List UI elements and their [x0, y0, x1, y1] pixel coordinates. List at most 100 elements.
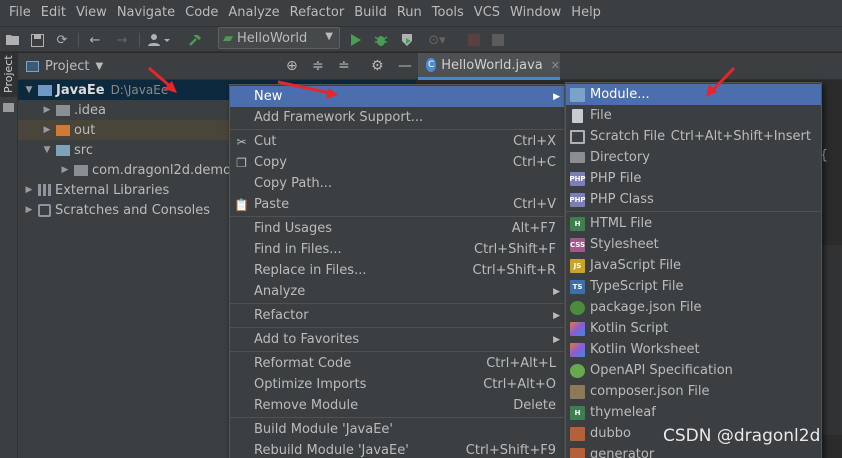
- submenu-item-stylesheet[interactable]: CSS Stylesheet: [566, 234, 821, 255]
- submenu-item-scratch-file[interactable]: Scratch File Ctrl+Alt+Shift+Insert: [566, 126, 821, 147]
- project-view-selector[interactable]: Project ▼: [26, 59, 103, 74]
- tree-item-label: .idea: [74, 102, 106, 118]
- menu-refactor[interactable]: Refactor: [285, 0, 350, 26]
- ide-window: File Edit View Navigate Code Analyze Ref…: [0, 0, 842, 458]
- submenu-item-directory[interactable]: Directory: [566, 147, 821, 168]
- menu-item-label: Reformat Code: [254, 356, 352, 371]
- submenu-item-kotlin-script[interactable]: Kotlin Script: [566, 318, 821, 339]
- submenu-item-file[interactable]: File: [566, 105, 821, 126]
- run-icon[interactable]: [347, 31, 365, 49]
- menu-item-copy-path[interactable]: Copy Path...: [230, 173, 564, 194]
- project-tool-tab-label: Project: [2, 55, 15, 93]
- menu-build[interactable]: Build: [349, 0, 392, 26]
- menu-item-add-framework-support[interactable]: Add Framework Support...: [230, 107, 564, 128]
- build-hammer-icon[interactable]: [186, 31, 204, 49]
- save-icon[interactable]: [29, 31, 45, 49]
- menu-item-shortcut: Ctrl+X: [513, 134, 556, 149]
- menu-item-label: Analyze: [254, 284, 306, 299]
- editor-tab-helloworld[interactable]: C HelloWorld.java ✕: [418, 53, 560, 80]
- submenu-item-javascript-file[interactable]: JS JavaScript File: [566, 255, 821, 276]
- chevron-right-icon[interactable]: ▶: [58, 165, 72, 175]
- menu-analyze[interactable]: Analyze: [223, 0, 284, 26]
- submenu-item-php-class[interactable]: PHP PHP Class: [566, 189, 821, 210]
- editor-tab-bar: C HelloWorld.java ✕: [416, 53, 842, 80]
- project-panel-title: Project: [45, 59, 90, 74]
- project-tool-tab[interactable]: Project: [0, 53, 18, 97]
- submenu-item-label: JavaScript File: [590, 258, 682, 273]
- coverage-icon[interactable]: [398, 31, 416, 49]
- menu-item-label: Paste: [254, 197, 290, 212]
- submenu-item-composer-json[interactable]: composer.json File: [566, 381, 821, 402]
- submenu-item-html-file[interactable]: H HTML File: [566, 213, 821, 234]
- chevron-down-icon: ▼: [325, 31, 333, 42]
- chevron-right-icon[interactable]: ▶: [40, 125, 54, 135]
- open-folder-icon[interactable]: [5, 31, 21, 49]
- menu-edit[interactable]: Edit: [36, 0, 71, 26]
- menu-navigate[interactable]: Navigate: [112, 0, 180, 26]
- profiler-dropdown-icon[interactable]: ⊙▾: [424, 31, 450, 49]
- menu-item-paste[interactable]: 📋 Paste Ctrl+V: [230, 194, 564, 215]
- submenu-item-package-json[interactable]: package.json File: [566, 297, 821, 318]
- menu-run[interactable]: Run: [392, 0, 427, 26]
- submenu-item-module[interactable]: Module...: [566, 84, 821, 105]
- menu-vcs[interactable]: VCS: [469, 0, 505, 26]
- menu-item-refactor[interactable]: Refactor ▶: [230, 305, 564, 326]
- menu-window[interactable]: Window: [505, 0, 566, 26]
- menu-file[interactable]: File: [4, 0, 36, 26]
- menu-view[interactable]: View: [71, 0, 112, 26]
- submenu-item-openapi[interactable]: OpenAPI Specification: [566, 360, 821, 381]
- menu-item-analyze[interactable]: Analyze ▶: [230, 281, 564, 302]
- debug-icon[interactable]: [372, 31, 390, 49]
- run-configuration-selector[interactable]: ▰ HelloWorld ▼: [218, 27, 340, 49]
- composer-json-icon: [570, 384, 585, 399]
- stop-disabled-icon[interactable]: [466, 31, 482, 49]
- user-dropdown-icon[interactable]: [147, 31, 173, 49]
- menu-item-label: New: [254, 89, 283, 104]
- tree-item-path: D:\JavaEe: [110, 83, 169, 97]
- submenu-item-generator[interactable]: generator: [566, 444, 821, 458]
- submenu-item-kotlin-worksheet[interactable]: Kotlin Worksheet: [566, 339, 821, 360]
- menu-item-add-to-favorites[interactable]: Add to Favorites ▶: [230, 329, 564, 350]
- chevron-right-icon[interactable]: ▶: [22, 205, 36, 215]
- menu-code[interactable]: Code: [180, 0, 223, 26]
- menu-item-cut[interactable]: ✂ Cut Ctrl+X: [230, 131, 564, 152]
- menu-item-replace-in-files[interactable]: Replace in Files... Ctrl+Shift+R: [230, 260, 564, 281]
- forward-icon[interactable]: →: [114, 31, 130, 49]
- chevron-right-icon[interactable]: ▶: [40, 105, 54, 115]
- submenu-item-label: generator: [590, 447, 655, 458]
- source-folder-icon: [56, 144, 70, 156]
- chevron-down-icon[interactable]: ▼: [40, 145, 54, 155]
- menu-item-shortcut: Ctrl+Alt+O: [483, 377, 556, 392]
- submenu-item-label: package.json File: [590, 300, 702, 315]
- minimize-icon[interactable]: —: [398, 58, 412, 74]
- submenu-item-thymeleaf[interactable]: H thymeleaf: [566, 402, 821, 423]
- menu-item-shortcut: Ctrl+C: [512, 155, 556, 170]
- structure-icon[interactable]: [3, 103, 14, 112]
- stop-icon[interactable]: [490, 31, 506, 49]
- gear-icon[interactable]: ⚙: [371, 58, 384, 74]
- menu-item-remove-module[interactable]: Remove Module Delete: [230, 395, 564, 416]
- menu-item-optimize-imports[interactable]: Optimize Imports Ctrl+Alt+O: [230, 374, 564, 395]
- menu-item-new[interactable]: New ▶: [230, 86, 564, 107]
- menu-item-find-usages[interactable]: Find Usages Alt+F7: [230, 218, 564, 239]
- close-icon[interactable]: ✕: [551, 59, 560, 72]
- collapse-all-icon[interactable]: ≐: [338, 58, 350, 74]
- menu-item-copy[interactable]: ❐ Copy Ctrl+C: [230, 152, 564, 173]
- menu-item-rebuild-module[interactable]: Rebuild Module 'JavaEe' Ctrl+Shift+F9: [230, 440, 564, 458]
- menu-item-label: Cut: [254, 134, 277, 149]
- menu-item-find-in-files[interactable]: Find in Files... Ctrl+Shift+F: [230, 239, 564, 260]
- menu-tools[interactable]: Tools: [427, 0, 469, 26]
- menu-item-build-module[interactable]: Build Module 'JavaEe': [230, 419, 564, 440]
- folder-icon: [56, 104, 70, 116]
- menu-help[interactable]: Help: [566, 0, 606, 26]
- chevron-down-icon[interactable]: ▼: [22, 85, 36, 95]
- module-icon: [570, 87, 585, 102]
- back-icon[interactable]: ←: [87, 31, 103, 49]
- submenu-item-typescript-file[interactable]: TS TypeScript File: [566, 276, 821, 297]
- expand-all-icon[interactable]: ≑: [312, 58, 324, 74]
- locate-target-icon[interactable]: ⊕: [286, 58, 298, 74]
- menu-item-reformat-code[interactable]: Reformat Code Ctrl+Alt+L: [230, 353, 564, 374]
- sync-icon[interactable]: ⟳: [54, 31, 70, 49]
- chevron-right-icon[interactable]: ▶: [22, 185, 36, 195]
- submenu-item-php-file[interactable]: PHP PHP File: [566, 168, 821, 189]
